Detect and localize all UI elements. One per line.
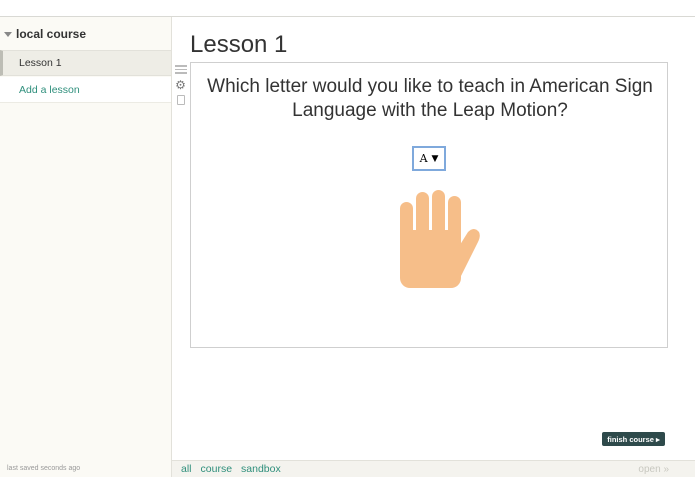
- hand-icon: [400, 190, 480, 288]
- add-lesson-link[interactable]: Add a lesson: [0, 77, 171, 103]
- nav-link-sandbox[interactable]: sandbox: [241, 463, 281, 475]
- finish-course-button[interactable]: finish course ▸: [602, 432, 665, 446]
- document-icon[interactable]: [174, 93, 187, 106]
- chevron-right-icon: ▸: [655, 434, 660, 444]
- course-title-label: local course: [16, 27, 87, 41]
- finish-course-label: finish course: [607, 434, 654, 444]
- bottom-nav: all course sandbox open »: [172, 460, 695, 477]
- dropdown-arrow-icon: ▼: [431, 153, 439, 164]
- sidebar-item-lesson-1[interactable]: Lesson 1: [0, 50, 171, 76]
- gear-icon[interactable]: ⚙: [174, 78, 187, 92]
- footer-strip: [0, 477, 695, 494]
- letter-select[interactable]: A ▼: [412, 146, 446, 171]
- block-tools: ⚙: [174, 63, 188, 108]
- top-bar: [0, 0, 695, 17]
- nav-link-all[interactable]: all: [181, 463, 192, 475]
- drag-handle-icon[interactable]: [174, 63, 187, 76]
- page-title: Lesson 1: [190, 31, 288, 58]
- nav-link-course[interactable]: course: [201, 463, 233, 475]
- lesson-card: Which letter would you like to teach in …: [190, 62, 668, 348]
- open-label: open: [638, 464, 661, 475]
- sidebar: local course Lesson 1 Add a lesson last …: [0, 17, 172, 477]
- double-chevron-up-icon: »: [663, 464, 669, 475]
- open-link[interactable]: open »: [638, 464, 669, 475]
- question-text: Which letter would you like to teach in …: [207, 76, 653, 121]
- main-content: Lesson 1 ⚙ Which letter would you like t…: [172, 17, 695, 460]
- last-saved-status: last saved seconds ago: [7, 465, 81, 472]
- letter-select-value: A: [419, 152, 428, 165]
- collapse-triangle-icon[interactable]: [4, 31, 12, 37]
- course-title[interactable]: local course: [4, 25, 86, 43]
